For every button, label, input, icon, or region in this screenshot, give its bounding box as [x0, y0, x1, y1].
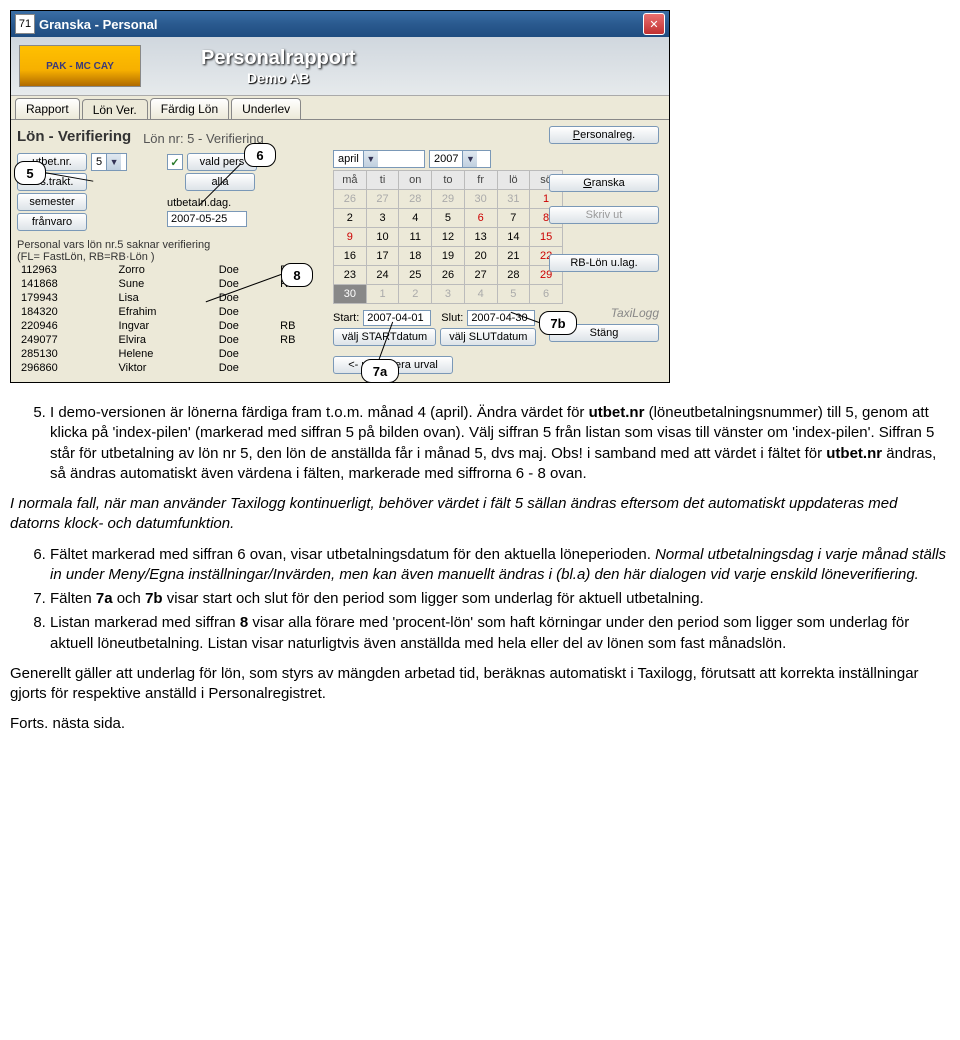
app-window: 71 Granska - Personal ✕ PAK - MC CAY Per…	[10, 10, 670, 383]
header-text: Personalrapport Demo AB	[201, 47, 355, 86]
semester-button[interactable]: semester	[17, 193, 87, 211]
tab-fardig-lon[interactable]: Färdig Lön	[150, 98, 229, 119]
paragraph-generellt: Generellt gäller att underlag för lön, s…	[10, 664, 950, 705]
start-input[interactable]	[363, 310, 431, 326]
skriv-ut-button: Skriv ut	[549, 206, 659, 224]
titlebar: 71 Granska - Personal ✕	[11, 11, 669, 37]
list-item-7: Fälten 7a och 7b visar start och slut fö…	[50, 589, 950, 609]
tab-row: Rapport Lön Ver. Färdig Lön Underlev	[11, 96, 669, 119]
personal-text2: (FL= FastLön, RB=RB·Lön )	[17, 251, 327, 263]
utbet-nr-dropdown[interactable]: 5 ▼	[91, 153, 127, 171]
month-value: april	[334, 152, 363, 166]
list-item-6: Fältet markerad med siffran 6 ovan, visa…	[50, 545, 950, 586]
callout-7a: 7a	[361, 359, 399, 383]
table-row: 184320EfrahimDoe	[17, 305, 327, 319]
utbet-nr-value: 5	[92, 155, 106, 169]
left-column: Lön - Verifiering Lön nr: 5 - Verifierin…	[17, 126, 327, 376]
list-item-8: Listan markerad med siffran 8 visar alla…	[50, 613, 950, 654]
slut-label: Slut:	[441, 312, 463, 324]
content-area: Lön - Verifiering Lön nr: 5 - Verifierin…	[11, 119, 669, 382]
table-row: 296860ViktorDoe	[17, 361, 327, 375]
chevron-down-icon: ▼	[106, 154, 121, 170]
window-title: Granska - Personal	[39, 17, 643, 32]
table-row: 285130HeleneDoe	[17, 347, 327, 361]
callout-5: 5	[14, 161, 46, 185]
paragraph-note1: I normala fall, när man använder Taxilog…	[10, 494, 950, 535]
document-text: I demo-versionen är lönerna färdiga fram…	[10, 403, 950, 735]
year-dropdown[interactable]: 2007 ▼	[429, 150, 491, 168]
header-area: PAK - MC CAY Personalrapport Demo AB	[11, 37, 669, 96]
callout-8: 8	[281, 263, 313, 287]
utbet-dag-input[interactable]	[167, 211, 247, 227]
start-label: Start:	[333, 312, 359, 324]
chevron-down-icon: ▼	[363, 151, 378, 167]
granska-button[interactable]: Granska	[549, 174, 659, 192]
app-icon: 71	[15, 14, 35, 34]
valj-slut-button[interactable]: välj SLUTdatum	[440, 328, 536, 346]
personal-text1: Personal vars lön nr.5 saknar verifierin…	[17, 239, 327, 251]
vald-pers-checkbox[interactable]: ✓	[167, 154, 183, 170]
logo: PAK - MC CAY	[19, 45, 141, 87]
tab-underlev[interactable]: Underlev	[231, 98, 301, 119]
table-row: 179943LisaDoe	[17, 291, 327, 305]
callout-7b: 7b	[539, 311, 577, 335]
list-item-5: I demo-versionen är lönerna färdiga fram…	[50, 403, 950, 484]
tab-rapport[interactable]: Rapport	[15, 98, 80, 119]
header-subtitle: Demo AB	[201, 70, 355, 86]
close-button[interactable]: ✕	[643, 13, 665, 35]
calendar[interactable]: måtion tofrlösö 2627282930311 2345678 91…	[333, 170, 563, 304]
chevron-down-icon: ▼	[462, 151, 477, 167]
header-title: Personalrapport	[201, 47, 355, 70]
section-title-left: Lön - Verifiering	[17, 128, 131, 145]
franvaro-button[interactable]: frånvaro	[17, 213, 87, 231]
table-row: 220946IngvarDoeRB	[17, 319, 327, 333]
month-dropdown[interactable]: april ▼	[333, 150, 425, 168]
right-column: Personalreg. Granska Skriv ut RB-Lön u.l…	[569, 126, 659, 376]
rb-lon-button[interactable]: RB-Lön u.lag.	[549, 254, 659, 272]
brand-text: TaxiLogg	[611, 306, 659, 320]
year-value: 2007	[430, 152, 462, 166]
table-row: 249077ElviraDoeRB	[17, 333, 327, 347]
section-title-right: Lön nr: 5 - Verifiering	[143, 131, 264, 146]
callout-6: 6	[244, 143, 276, 167]
paragraph-forts: Forts. nästa sida.	[10, 714, 950, 734]
tab-lon-ver[interactable]: Lön Ver.	[82, 99, 148, 120]
middle-column: april ▼ 2007 ▼ måtion tofrlösö 262728293…	[333, 126, 563, 376]
personalreg-button[interactable]: Personalreg.	[549, 126, 659, 144]
close-icon: ✕	[649, 18, 658, 31]
